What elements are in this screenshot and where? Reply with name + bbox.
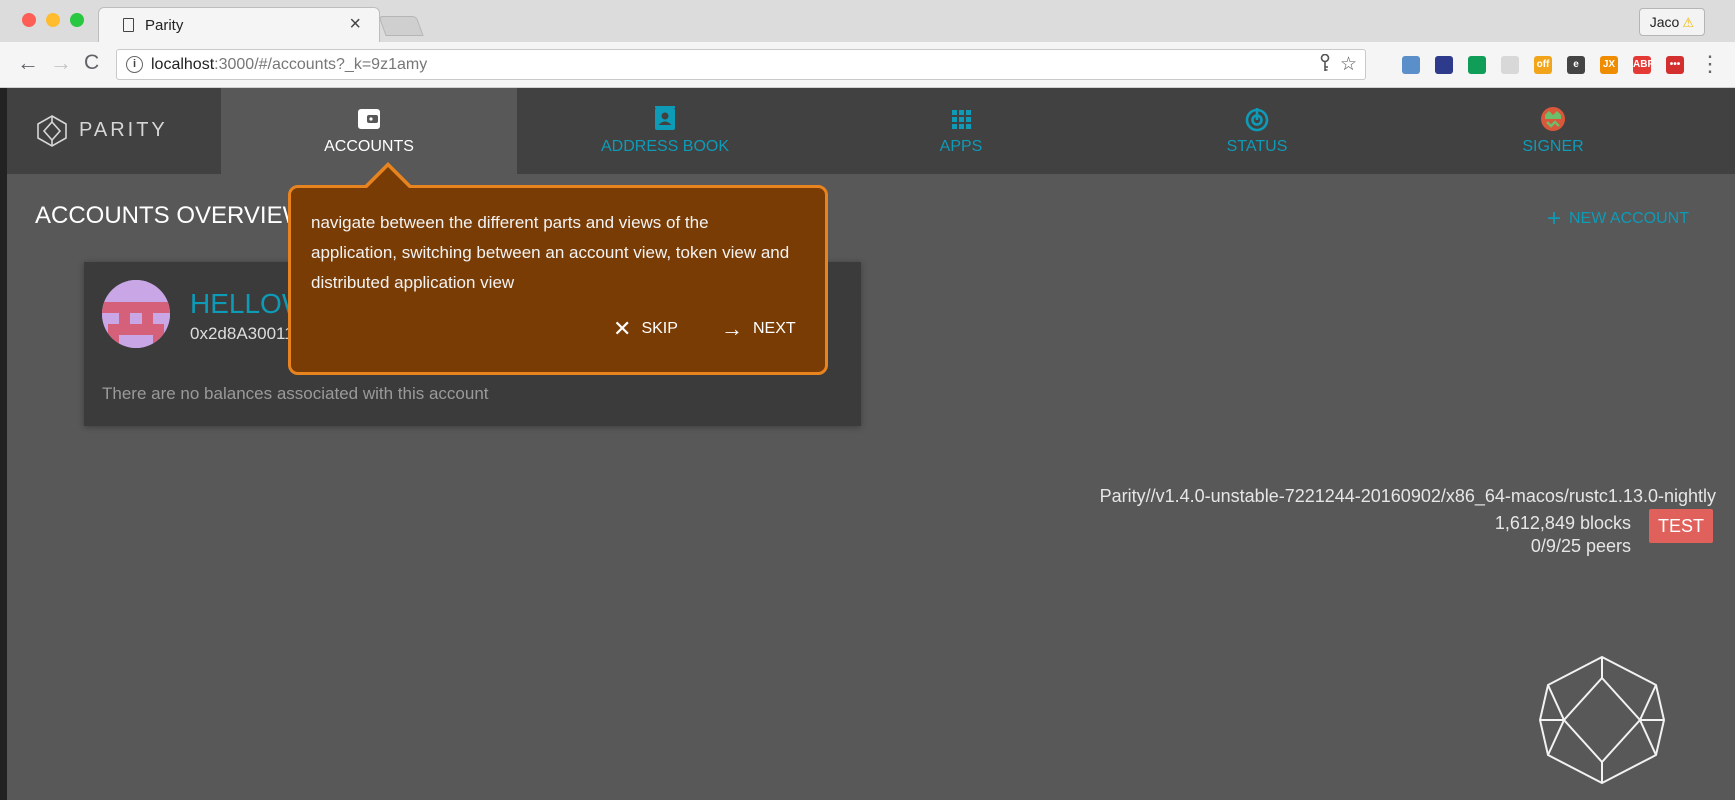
version-string: Parity//v1.4.0-unstable-7221244-20160902… xyxy=(1099,486,1716,506)
status-icon xyxy=(1245,108,1269,132)
menu-icon[interactable]: ⋮ xyxy=(1699,52,1721,76)
plus-icon: + xyxy=(1546,205,1561,232)
tooltip-text: navigate between the different parts and… xyxy=(311,213,790,292)
tab-accounts-label: ACCOUNTS xyxy=(324,138,414,155)
block-count: 1,612,849 blocks xyxy=(1494,513,1631,533)
e-ext-icon[interactable]: e xyxy=(1567,56,1585,74)
picture-ext-icon[interactable] xyxy=(1402,56,1420,74)
tooltip-arrow-fill xyxy=(366,167,410,189)
jx-ext-icon[interactable]: JX xyxy=(1600,56,1618,74)
reload-button[interactable]: C xyxy=(84,51,99,75)
parity-app: PARITY ACCOUNTS ADDRESS BOOK APPS STATUS… xyxy=(7,88,1735,800)
address-book-icon xyxy=(655,106,675,130)
address-bar[interactable]: i localhost:3000/#/accounts?_k=9z1amy ☆ xyxy=(116,49,1366,80)
browser-tab-bar: Parity × Jaco ⚠ xyxy=(0,0,1735,42)
brand-name: PARITY xyxy=(79,119,168,141)
hangouts-ext-icon[interactable] xyxy=(1468,56,1486,74)
parity-watermark-icon xyxy=(1538,655,1666,785)
warning-icon: ⚠ xyxy=(1682,15,1694,30)
close-icon: ✕ xyxy=(613,316,632,341)
key-icon[interactable] xyxy=(1319,53,1331,77)
wallet-icon xyxy=(358,109,380,129)
tab-signer-label: SIGNER xyxy=(1522,138,1584,155)
tab-address-book[interactable]: ADDRESS BOOK xyxy=(517,88,813,174)
maximize-window-button[interactable] xyxy=(70,13,84,27)
skip-label: SKIP xyxy=(641,320,678,337)
no-balances-message: There are no balances associated with th… xyxy=(102,384,489,403)
lastpass-ext-icon[interactable]: ••• xyxy=(1666,56,1684,74)
tab-title: Parity xyxy=(145,17,184,34)
new-account-label: NEW ACCOUNT xyxy=(1569,210,1689,227)
skip-button[interactable]: ✕ SKIP xyxy=(613,316,678,342)
network-badge: TEST xyxy=(1649,509,1713,543)
page-title: ACCOUNTS OVERVIEW xyxy=(35,202,306,229)
identicon-avatar xyxy=(102,280,170,348)
new-account-button[interactable]: + NEW ACCOUNT xyxy=(1547,205,1689,233)
new-tab-button[interactable] xyxy=(378,16,424,36)
apps-grid-icon xyxy=(952,110,971,129)
url-text[interactable]: localhost:3000/#/accounts?_k=9z1amy xyxy=(151,56,427,74)
signer-icon xyxy=(1541,107,1565,131)
bookmark-star-icon[interactable]: ☆ xyxy=(1340,53,1357,76)
url-path: :3000/#/accounts?_k=9z1amy xyxy=(214,56,428,73)
forward-button[interactable]: → xyxy=(50,51,72,75)
abp-ext-icon[interactable]: ABP xyxy=(1633,56,1654,74)
grid-ext-icon[interactable] xyxy=(1501,56,1519,74)
off-ext-icon[interactable]: off xyxy=(1534,56,1552,74)
tab-status-label: STATUS xyxy=(1226,138,1288,155)
brand[interactable]: PARITY xyxy=(7,88,221,174)
tab-address-book-label: ADDRESS BOOK xyxy=(600,138,730,155)
close-window-button[interactable] xyxy=(22,13,36,27)
minimize-window-button[interactable] xyxy=(46,13,60,27)
tab-close-icon[interactable]: × xyxy=(349,13,361,36)
peer-count: 0/9/25 peers xyxy=(1530,536,1631,556)
profile-button[interactable]: Jaco ⚠ xyxy=(1638,8,1705,36)
next-label: NEXT xyxy=(753,320,796,337)
next-button[interactable]: → NEXT xyxy=(721,316,796,342)
parity-logo-icon xyxy=(37,115,67,147)
back-button[interactable]: ← xyxy=(17,51,39,75)
tab-signer[interactable]: SIGNER xyxy=(1405,88,1701,174)
browser-toolbar: ← → C i localhost:3000/#/accounts?_k=9z1… xyxy=(0,42,1735,88)
tab-apps[interactable]: APPS xyxy=(813,88,1109,174)
tab-apps-label: APPS xyxy=(939,138,983,155)
info-icon[interactable]: i xyxy=(126,56,143,73)
profile-name: Jaco xyxy=(1649,14,1680,30)
browser-tab[interactable]: Parity × xyxy=(98,7,380,42)
url-host: localhost xyxy=(151,56,215,73)
bookmark-ext-icon[interactable] xyxy=(1435,56,1453,74)
page-icon xyxy=(123,18,134,32)
arrow-right-icon: → xyxy=(721,316,743,341)
tab-status[interactable]: STATUS xyxy=(1109,88,1405,174)
app-navigation: PARITY ACCOUNTS ADDRESS BOOK APPS STATUS… xyxy=(7,88,1735,174)
tour-tooltip: navigate between the different parts and… xyxy=(288,162,828,375)
